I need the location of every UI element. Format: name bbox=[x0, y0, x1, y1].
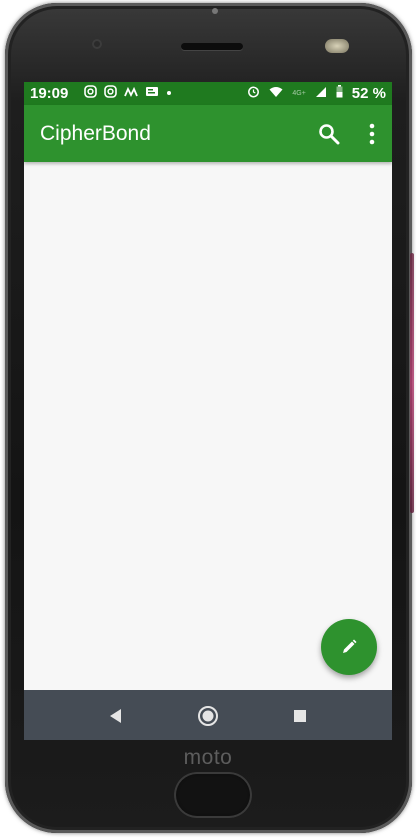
dot-icon bbox=[166, 86, 172, 102]
battery-icon bbox=[336, 85, 343, 102]
device-screen: 19:09 4G+ 52 % CipherBond bbox=[24, 82, 392, 740]
pencil-icon bbox=[343, 639, 357, 653]
back-button[interactable] bbox=[103, 703, 129, 729]
recents-button[interactable] bbox=[287, 703, 313, 729]
app-toolbar: CipherBond bbox=[24, 105, 392, 162]
instagram-icon bbox=[104, 85, 117, 102]
home-circle-icon bbox=[198, 706, 218, 726]
recents-square-icon bbox=[294, 710, 306, 722]
front-flash bbox=[325, 39, 349, 53]
conversation-list bbox=[24, 162, 392, 690]
earpiece-speaker bbox=[181, 43, 243, 50]
alarm-clock-icon bbox=[247, 85, 260, 102]
search-button[interactable] bbox=[316, 121, 342, 147]
instagram-icon bbox=[84, 85, 97, 102]
status-bar: 19:09 4G+ 52 % bbox=[24, 82, 392, 105]
battery-percentage: 52 % bbox=[351, 85, 386, 102]
status-system-icons: 4G+ 52 % bbox=[247, 85, 386, 102]
cell-signal-icon bbox=[315, 86, 327, 102]
wifi-icon bbox=[269, 86, 283, 102]
back-triangle-icon bbox=[110, 709, 121, 723]
search-icon bbox=[319, 124, 340, 145]
top-microphone-dot bbox=[212, 8, 218, 14]
signal-wave-icon bbox=[124, 86, 138, 102]
more-vert-icon bbox=[369, 123, 375, 145]
status-time: 19:09 bbox=[30, 85, 69, 102]
network-type-label: 4G+ bbox=[292, 90, 306, 97]
home-button[interactable] bbox=[195, 703, 221, 729]
compose-fab[interactable] bbox=[321, 619, 377, 675]
front-camera bbox=[92, 39, 102, 49]
device-chin: moto bbox=[24, 740, 392, 833]
brand-logo: moto bbox=[183, 746, 233, 769]
app-title: CipherBond bbox=[40, 122, 151, 145]
message-icon bbox=[145, 86, 159, 102]
navigation-bar bbox=[24, 690, 392, 740]
notification-icons bbox=[84, 85, 172, 102]
overflow-menu-button[interactable] bbox=[360, 119, 384, 149]
fingerprint-sensor[interactable] bbox=[174, 772, 252, 818]
